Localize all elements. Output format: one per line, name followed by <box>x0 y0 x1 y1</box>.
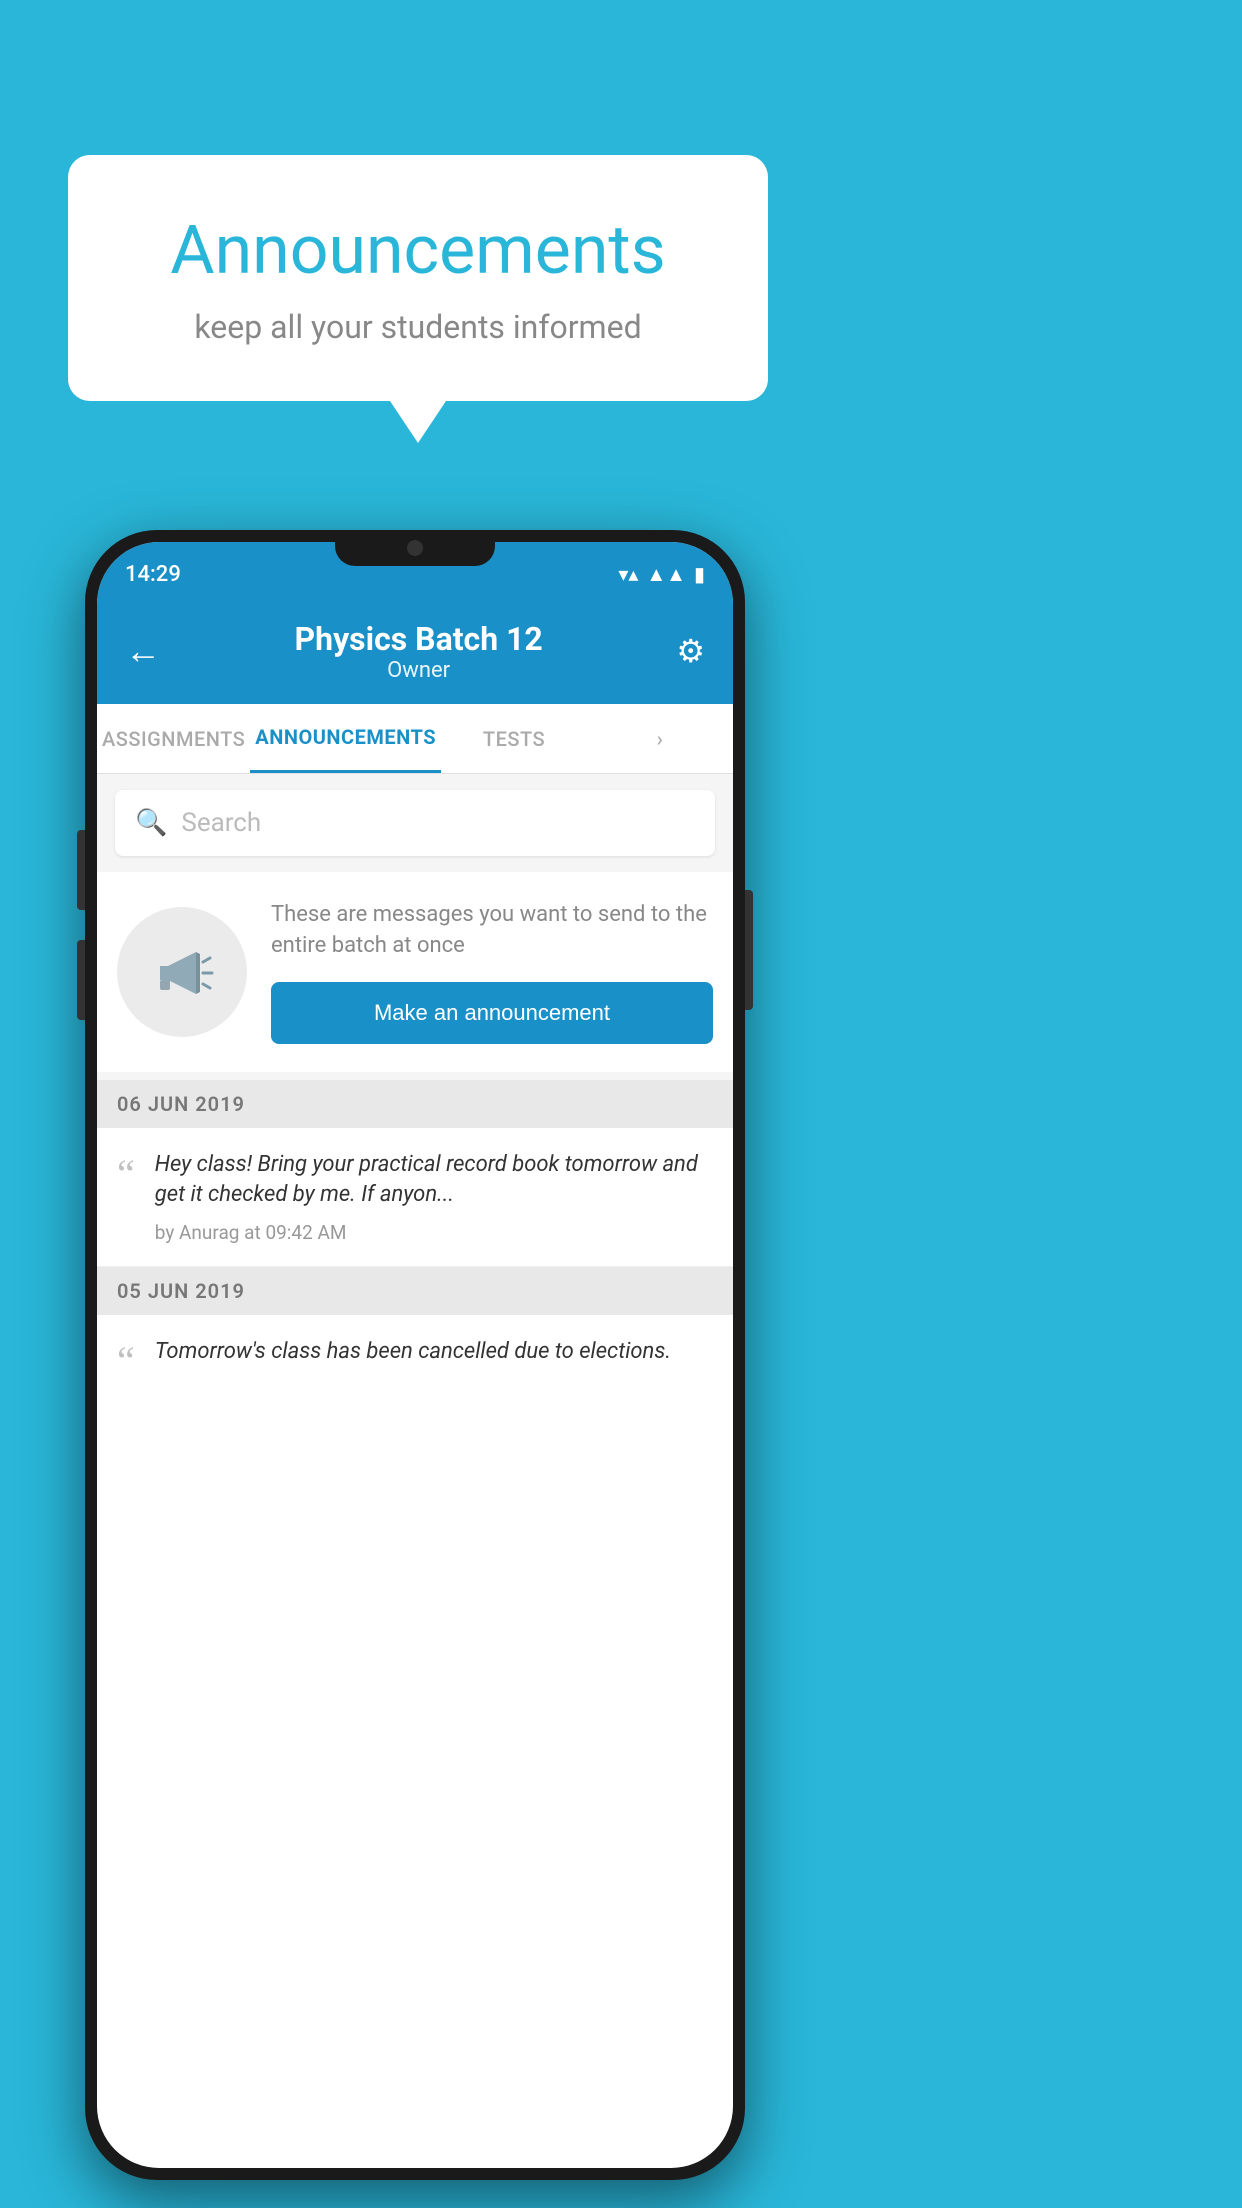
volume-down-button <box>77 940 85 1020</box>
announcement-text-2: Tomorrow's class has been cancelled due … <box>155 1337 713 1368</box>
battery-icon: ▮ <box>694 562 705 586</box>
tab-announcements[interactable]: ANNOUNCEMENTS <box>250 704 441 773</box>
batch-title: Physics Batch 12 <box>161 620 676 658</box>
announcement-content-1: Hey class! Bring your practical record b… <box>155 1150 713 1245</box>
bubble-subtitle: keep all your students informed <box>128 308 708 346</box>
content-area: 🔍 Search <box>97 774 733 1403</box>
empty-state-card: These are messages you want to send to t… <box>97 872 733 1072</box>
tab-tests[interactable]: TESTS <box>441 704 587 773</box>
power-button <box>745 890 753 1010</box>
bubble-title: Announcements <box>128 210 708 290</box>
empty-state-text-area: These are messages you want to send to t… <box>271 900 713 1044</box>
megaphone-circle <box>117 907 247 1037</box>
phone-notch <box>335 530 495 566</box>
quote-icon-2: “ <box>117 1341 135 1381</box>
app-header: ← Physics Batch 12 Owner ⚙ <box>97 598 733 704</box>
wifi-icon: ▾▴ <box>618 562 638 586</box>
empty-state-description: These are messages you want to send to t… <box>271 900 713 962</box>
header-center: Physics Batch 12 Owner <box>161 620 676 683</box>
back-button[interactable]: ← <box>125 630 161 672</box>
make-announcement-button[interactable]: Make an announcement <box>271 982 713 1044</box>
signal-icon: ▲▲ <box>646 562 686 587</box>
settings-icon[interactable]: ⚙ <box>676 632 705 670</box>
announcement-item-1[interactable]: “ Hey class! Bring your practical record… <box>97 1128 733 1268</box>
phone-screen: 14:29 ▾▴ ▲▲ ▮ ← Physics Batch 12 Owner ⚙… <box>97 542 733 2168</box>
date-separator-1: 06 JUN 2019 <box>97 1080 733 1128</box>
search-icon: 🔍 <box>135 808 167 838</box>
tabs-bar: ASSIGNMENTS ANNOUNCEMENTS TESTS › <box>97 704 733 774</box>
announcement-text-1: Hey class! Bring your practical record b… <box>155 1150 713 1212</box>
speech-bubble: Announcements keep all your students inf… <box>68 155 768 401</box>
date-separator-2: 05 JUN 2019 <box>97 1267 733 1315</box>
announcement-item-2[interactable]: “ Tomorrow's class has been cancelled du… <box>97 1315 733 1403</box>
quote-icon-1: “ <box>117 1154 135 1194</box>
announcement-content-2: Tomorrow's class has been cancelled due … <box>155 1337 713 1378</box>
volume-up-button <box>77 830 85 910</box>
search-placeholder: Search <box>181 808 261 838</box>
phone-outer: 14:29 ▾▴ ▲▲ ▮ ← Physics Batch 12 Owner ⚙… <box>85 530 745 2180</box>
batch-subtitle: Owner <box>161 658 676 683</box>
speech-bubble-container: Announcements keep all your students inf… <box>68 155 768 401</box>
status-icons: ▾▴ ▲▲ ▮ <box>618 562 705 587</box>
megaphone-icon <box>148 938 216 1006</box>
tab-more[interactable]: › <box>587 704 733 773</box>
camera-dot <box>407 540 423 556</box>
search-bar[interactable]: 🔍 Search <box>115 790 715 856</box>
announcement-meta-1: by Anurag at 09:42 AM <box>155 1221 713 1244</box>
phone-wrapper: 14:29 ▾▴ ▲▲ ▮ ← Physics Batch 12 Owner ⚙… <box>85 530 745 2180</box>
tab-assignments[interactable]: ASSIGNMENTS <box>97 704 250 773</box>
status-time: 14:29 <box>125 562 181 587</box>
